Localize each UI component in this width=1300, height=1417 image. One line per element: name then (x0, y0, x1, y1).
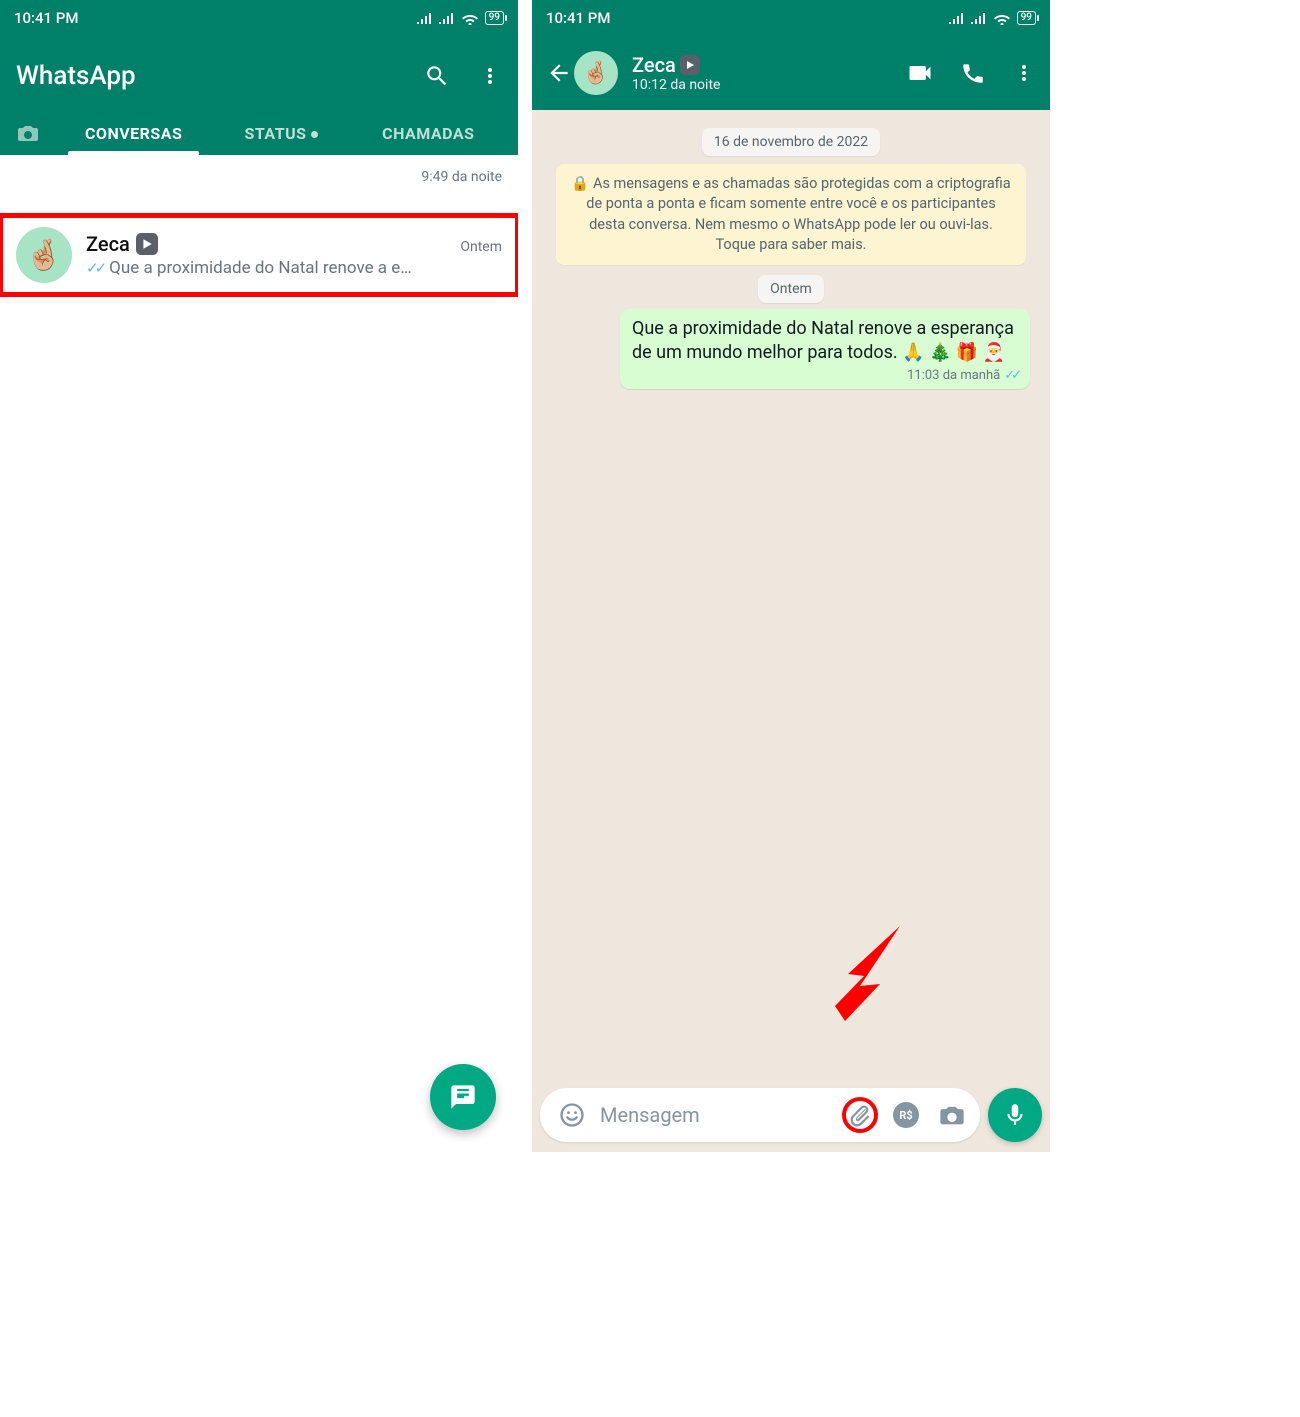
input-placeholder: Mensagem (600, 1103, 832, 1127)
chat-time: Ontem (460, 239, 502, 255)
signal-icon (417, 12, 433, 24)
tab-status[interactable]: STATUS (207, 110, 354, 155)
message-time: 11:03 da manhã (907, 368, 1000, 383)
tab-chamadas[interactable]: CHAMADAS (355, 110, 502, 155)
chat-name-text: Zeca (86, 232, 130, 256)
battery-icon: 99 (485, 11, 504, 25)
read-ticks-icon: ✓✓ (1004, 368, 1018, 383)
chat-list: 9:49 da noite 🤞🏼 Zeca Ontem (0, 155, 518, 295)
play-badge-icon (680, 55, 700, 75)
clock: 10:41 PM (546, 9, 610, 27)
input-bar: Mensagem R$ (532, 1082, 1050, 1152)
contact-name: Zeca (632, 53, 676, 77)
emoji-icon[interactable] (554, 1097, 590, 1133)
chat-preview-text: Que a proximidade do Natal renove a e… (109, 258, 412, 278)
chat-header: 🤞🏼 Zeca 10:12 da noite (532, 36, 1050, 110)
battery-icon: 99 (1017, 11, 1036, 25)
avatar[interactable]: 🤞🏼 (16, 227, 72, 283)
chat-time: 9:49 da noite (421, 169, 502, 185)
phone-chat-detail: 10:41 PM 99 🤞🏼 Zeca (532, 0, 1050, 1152)
wifi-icon (461, 11, 479, 25)
payment-label: R$ (893, 1102, 919, 1128)
status-dot-icon (311, 131, 318, 138)
mic-button[interactable] (988, 1088, 1042, 1142)
chat-row-partial[interactable]: 9:49 da noite (0, 155, 518, 215)
more-icon[interactable] (1012, 61, 1036, 85)
more-icon[interactable] (478, 64, 502, 88)
play-badge-icon (136, 233, 158, 255)
message-text: Que a proximidade do Natal renove a espe… (632, 317, 1020, 366)
message-input[interactable]: Mensagem R$ (540, 1088, 980, 1142)
app-title: WhatsApp (16, 61, 136, 91)
attach-icon[interactable] (842, 1097, 878, 1133)
chat-preview: ✓✓ Que a proximidade do Natal renove a e… (86, 258, 502, 278)
read-ticks-icon: ✓✓ (86, 259, 103, 277)
phone-chat-list: 10:41 PM 99 WhatsApp (0, 0, 518, 1152)
annotation-arrow-icon (810, 916, 920, 1026)
signal-icon (439, 12, 455, 24)
video-call-icon[interactable] (906, 59, 934, 87)
message-outgoing[interactable]: Que a proximidade do Natal renove a espe… (620, 309, 1030, 389)
new-chat-fab[interactable] (430, 1064, 496, 1130)
encryption-notice[interactable]: 🔒 As mensagens e as chamadas são protegi… (556, 164, 1026, 265)
tabs: CONVERSAS STATUS CHAMADAS (16, 110, 502, 155)
status-bar: 10:41 PM 99 (532, 0, 1050, 36)
voice-call-icon[interactable] (960, 60, 986, 86)
payment-icon[interactable]: R$ (888, 1097, 924, 1133)
contact-info[interactable]: Zeca 10:12 da noite (632, 53, 896, 93)
signal-icon (949, 12, 965, 24)
tab-conversas[interactable]: CONVERSAS (60, 110, 207, 155)
search-icon[interactable] (424, 63, 450, 89)
app-header: WhatsApp CONVERSAS STATUS (0, 36, 518, 155)
avatar: 🤞🏼 (574, 51, 618, 95)
last-seen: 10:12 da noite (632, 77, 896, 93)
clock: 10:41 PM (14, 9, 78, 27)
chat-row-zeca[interactable]: 🤞🏼 Zeca Ontem ✓✓ Que a proximidad (0, 215, 518, 295)
signal-icon (971, 12, 987, 24)
camera-tab-icon[interactable] (16, 121, 60, 145)
camera-icon[interactable] (934, 1097, 970, 1133)
date-pill: 16 de novembro de 2022 (702, 128, 880, 156)
back-button[interactable]: 🤞🏼 (546, 51, 618, 95)
status-bar: 10:41 PM 99 (0, 0, 518, 36)
messages-area[interactable]: 16 de novembro de 2022 🔒 As mensagens e … (532, 110, 1050, 1082)
chat-name: Zeca (86, 232, 158, 256)
wifi-icon (993, 11, 1011, 25)
tab-status-label: STATUS (244, 124, 306, 143)
date-pill: Ontem (758, 275, 824, 303)
